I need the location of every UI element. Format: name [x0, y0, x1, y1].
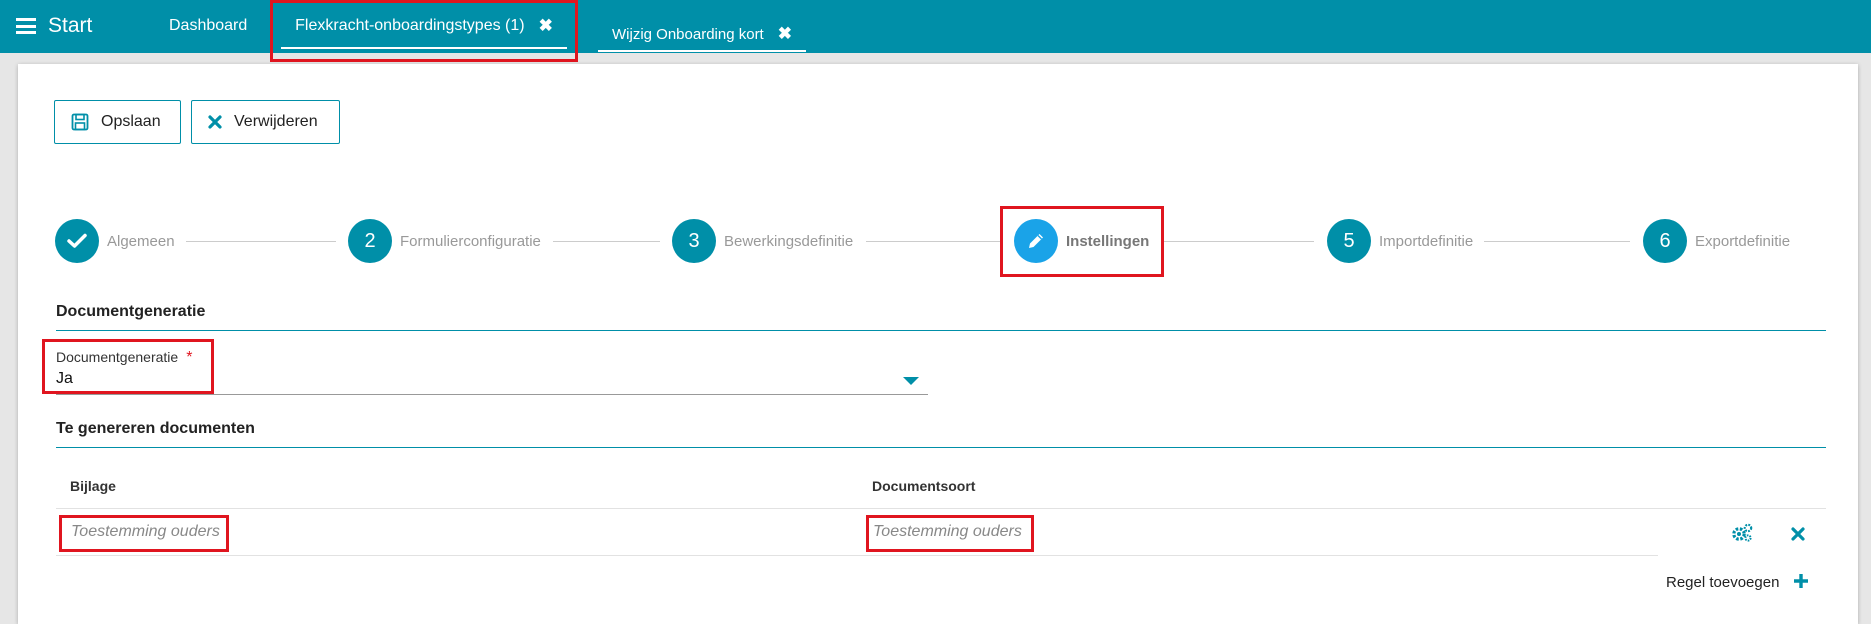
step-formulierconfiguratie[interactable]: 2 Formulierconfiguratie — [348, 218, 541, 264]
gears-icon[interactable] — [1731, 523, 1753, 543]
checkmark-icon — [55, 219, 99, 263]
add-row-button[interactable]: Regel toevoegen — [1666, 570, 1809, 594]
section-title-documentgeneratie: Documentgeneratie — [56, 303, 206, 320]
table-header-divider — [56, 508, 1826, 509]
step-number: 3 — [672, 219, 716, 263]
highlight-box — [1000, 206, 1164, 277]
step-connector — [553, 241, 660, 242]
step-label: Bewerkingsdefinitie — [724, 232, 854, 250]
step-exportdefinitie[interactable]: 6 Exportdefinitie — [1643, 218, 1790, 264]
step-connector — [866, 241, 1000, 242]
highlight-box — [866, 515, 1034, 552]
highlight-box — [42, 339, 214, 394]
dropdown-arrow-icon[interactable] — [903, 377, 919, 385]
step-connector — [1164, 241, 1314, 242]
section-divider — [56, 447, 1826, 448]
step-label: Exportdefinitie — [1695, 232, 1791, 250]
add-row-label: Regel toevoegen — [1666, 573, 1780, 591]
table-row-divider — [56, 555, 1658, 556]
step-number: 6 — [1643, 219, 1687, 263]
plus-icon — [1793, 570, 1809, 594]
step-label: Importdefinitie — [1379, 232, 1474, 250]
step-label: Algemeen — [107, 232, 175, 250]
step-number: 5 — [1327, 219, 1371, 263]
step-algemeen[interactable]: Algemeen — [55, 218, 175, 264]
step-connector — [186, 241, 336, 242]
step-bewerkingsdefinitie[interactable]: 3 Bewerkingsdefinitie — [672, 218, 853, 264]
step-connector — [1484, 241, 1630, 242]
section-divider — [56, 330, 1826, 331]
step-importdefinitie[interactable]: 5 Importdefinitie — [1327, 218, 1473, 264]
delete-row-icon[interactable] — [1791, 527, 1805, 541]
highlight-box — [59, 515, 229, 552]
wizard-stepper: Algemeen 2 Formulierconfiguratie 3 Bewer… — [0, 0, 1871, 300]
column-header-bijlage: Bijlage — [70, 478, 116, 494]
column-header-documentsoort: Documentsoort — [872, 478, 976, 494]
step-number: 2 — [348, 219, 392, 263]
step-label: Formulierconfiguratie — [400, 232, 541, 250]
documentgeneratie-select[interactable] — [56, 394, 928, 395]
section-title-te-genereren-documenten: Te genereren documenten — [56, 420, 255, 437]
